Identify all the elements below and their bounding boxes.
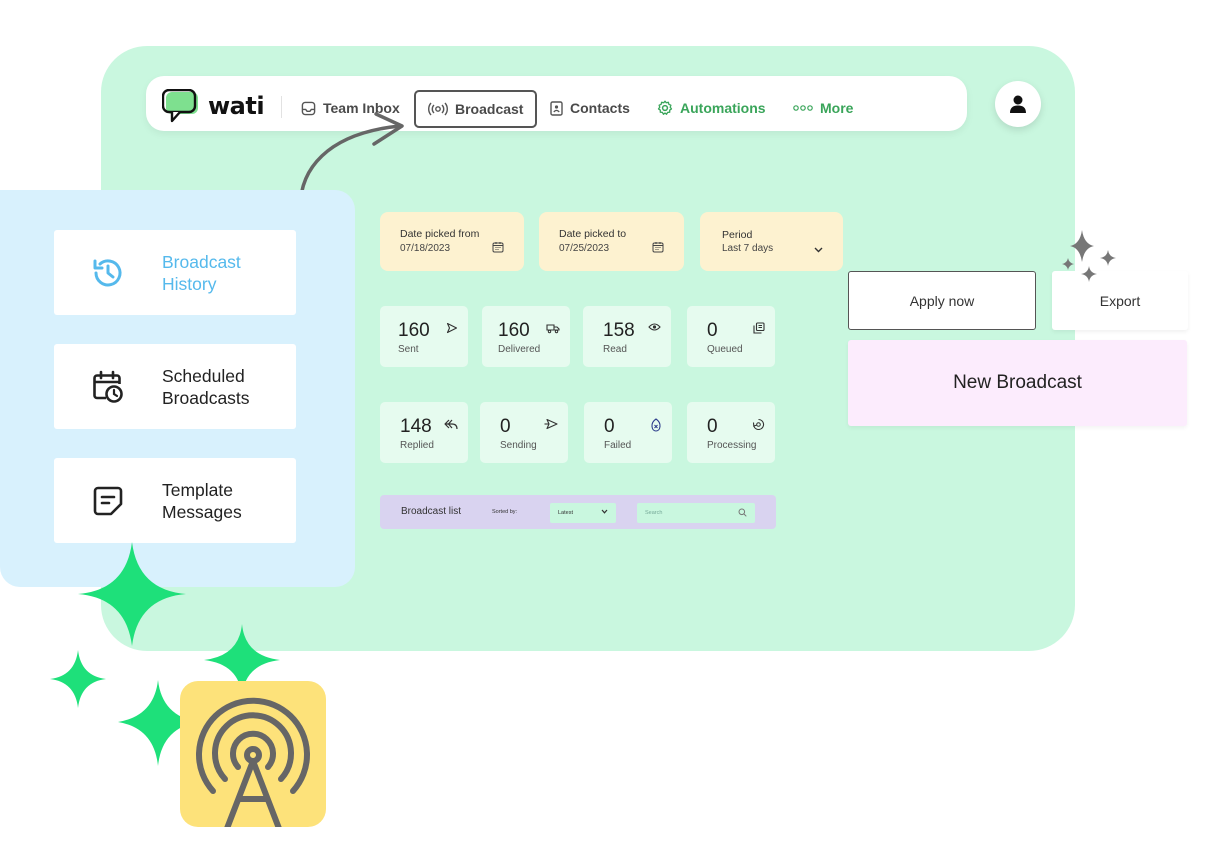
failed-icon	[651, 418, 661, 432]
sidebar-item-scheduled-broadcasts[interactable]: Scheduled Broadcasts	[54, 344, 296, 429]
search-placeholder: Search	[645, 510, 663, 516]
calendar-icon	[492, 242, 504, 253]
broadcast-list-bar: Broadcast list Sorted by: Latest Search	[380, 495, 776, 529]
stat-value: 148	[400, 416, 432, 437]
search-input[interactable]: Search	[637, 503, 755, 523]
broadcast-tower-icon	[196, 697, 310, 827]
sparkle-icon	[1062, 230, 1116, 282]
stat-label: Processing	[707, 440, 757, 451]
brand-name: wati	[208, 92, 265, 120]
stat-processing: 0 Processing	[687, 402, 775, 463]
stat-label: Queued	[707, 344, 743, 355]
stat-value: 160	[398, 320, 430, 341]
nav-contacts[interactable]: Contacts	[550, 90, 630, 126]
date-to-picker[interactable]: Date picked to 07/25/2023	[539, 212, 684, 271]
gear-icon	[657, 100, 673, 115]
stat-label: Failed	[604, 440, 632, 451]
stat-label: Sent	[398, 344, 419, 355]
broadcast-icon	[428, 102, 448, 116]
stat-sending: 0 Sending	[480, 402, 568, 463]
wati-logo[interactable]: wati	[162, 89, 265, 123]
queue-icon	[753, 322, 765, 334]
date-from-value: 07/18/2023	[400, 243, 451, 254]
nav-more[interactable]: More	[793, 90, 853, 126]
stat-label: Sending	[500, 440, 537, 451]
stat-failed: 0 Failed	[584, 402, 672, 463]
date-from-picker[interactable]: Date picked from 07/18/2023	[380, 212, 524, 271]
contacts-icon	[550, 100, 563, 116]
sidebar-item-template-messages[interactable]: Template Messages	[54, 458, 296, 543]
calendar-icon	[652, 242, 664, 253]
stat-value: 158	[603, 320, 635, 341]
stat-delivered: 160 Delivered	[482, 306, 570, 367]
nav-label: Automations	[680, 100, 766, 116]
processing-icon	[752, 418, 765, 430]
chat-bubble-icon	[162, 89, 198, 123]
date-from-label: Date picked from	[400, 228, 480, 240]
send-icon	[446, 322, 458, 334]
nav-automations[interactable]: Automations	[657, 90, 766, 126]
date-to-label: Date picked to	[559, 228, 627, 240]
stat-value: 160	[498, 320, 530, 341]
sidebar-item-label: Broadcast History	[162, 251, 241, 294]
message-template-icon	[93, 486, 123, 515]
chevron-down-icon	[814, 247, 823, 253]
stat-value: 0	[707, 320, 718, 341]
nav-label: More	[820, 100, 854, 116]
sending-icon	[544, 418, 558, 430]
stat-replied: 148 Replied	[380, 402, 468, 463]
stat-label: Read	[603, 344, 627, 355]
dots-icon	[793, 105, 813, 111]
reply-icon	[444, 419, 458, 430]
delivery-icon	[546, 324, 560, 334]
new-broadcast-button[interactable]: New Broadcast	[848, 340, 1187, 426]
stat-label: Replied	[400, 440, 434, 451]
stat-value: 0	[707, 416, 718, 437]
period-value: Last 7 days	[722, 243, 774, 254]
sidebar-item-broadcast-history[interactable]: Broadcast History	[54, 230, 296, 315]
search-icon	[738, 508, 747, 517]
top-navbar: wati Team Inbox Broadcast Contacts Autom…	[146, 76, 967, 131]
stat-value: 0	[500, 416, 511, 437]
user-icon	[1010, 95, 1026, 113]
sidebar-item-label: Scheduled Broadcasts	[162, 365, 250, 408]
date-to-value: 07/25/2023	[559, 243, 610, 254]
stat-queued: 0 Queued	[687, 306, 775, 367]
sidebar-item-label: Template Messages	[162, 479, 242, 522]
history-icon	[93, 258, 122, 286]
nav-broadcast[interactable]: Broadcast	[414, 90, 538, 128]
period-select[interactable]: Period Last 7 days	[700, 212, 843, 271]
nav-label: Contacts	[570, 100, 630, 116]
broadcast-list-title: Broadcast list	[401, 506, 462, 517]
eye-icon	[648, 323, 661, 331]
user-avatar[interactable]	[995, 81, 1041, 127]
nav-divider	[281, 96, 282, 118]
broadcast-sidebar: Broadcast History Scheduled Broadcasts T…	[0, 190, 355, 587]
stat-value: 0	[604, 416, 615, 437]
apply-now-button[interactable]: Apply now	[848, 271, 1036, 330]
sort-label: Sorted by:	[492, 509, 518, 515]
period-label: Period	[722, 229, 753, 241]
calendar-clock-icon	[93, 370, 123, 403]
broadcast-tower-tile	[180, 681, 326, 827]
nav-label: Broadcast	[455, 101, 524, 117]
stat-label: Delivered	[498, 344, 541, 355]
sort-value: Latest	[558, 510, 573, 516]
sort-select[interactable]: Latest	[550, 503, 616, 523]
chevron-down-icon	[601, 509, 608, 514]
stat-read: 158 Read	[583, 306, 671, 367]
stat-sent: 160 Sent	[380, 306, 468, 367]
